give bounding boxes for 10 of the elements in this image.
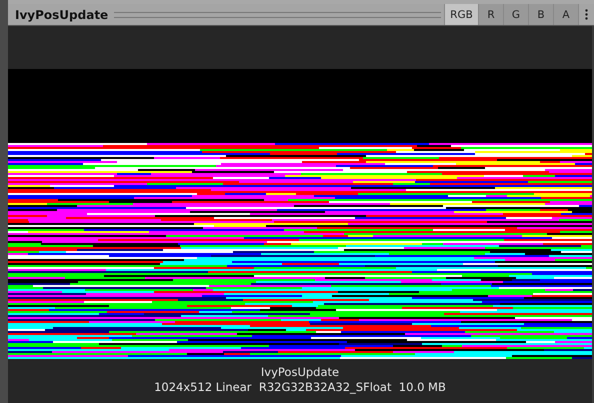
texture-info: 1024x512 Linear R32G32B32A32_SFloat 10.0 MB xyxy=(154,380,446,395)
channel-button[interactable]: R xyxy=(478,4,503,25)
channel-button[interactable]: G xyxy=(503,4,528,25)
channel-button[interactable]: A xyxy=(553,4,578,25)
drag-handle[interactable] xyxy=(114,12,441,18)
channel-button[interactable]: B xyxy=(528,4,553,25)
texture-name: IvyPosUpdate xyxy=(260,365,340,380)
preview-title: IvyPosUpdate xyxy=(14,8,110,22)
channel-button[interactable]: RGB xyxy=(444,4,478,25)
more-icon xyxy=(585,9,588,20)
